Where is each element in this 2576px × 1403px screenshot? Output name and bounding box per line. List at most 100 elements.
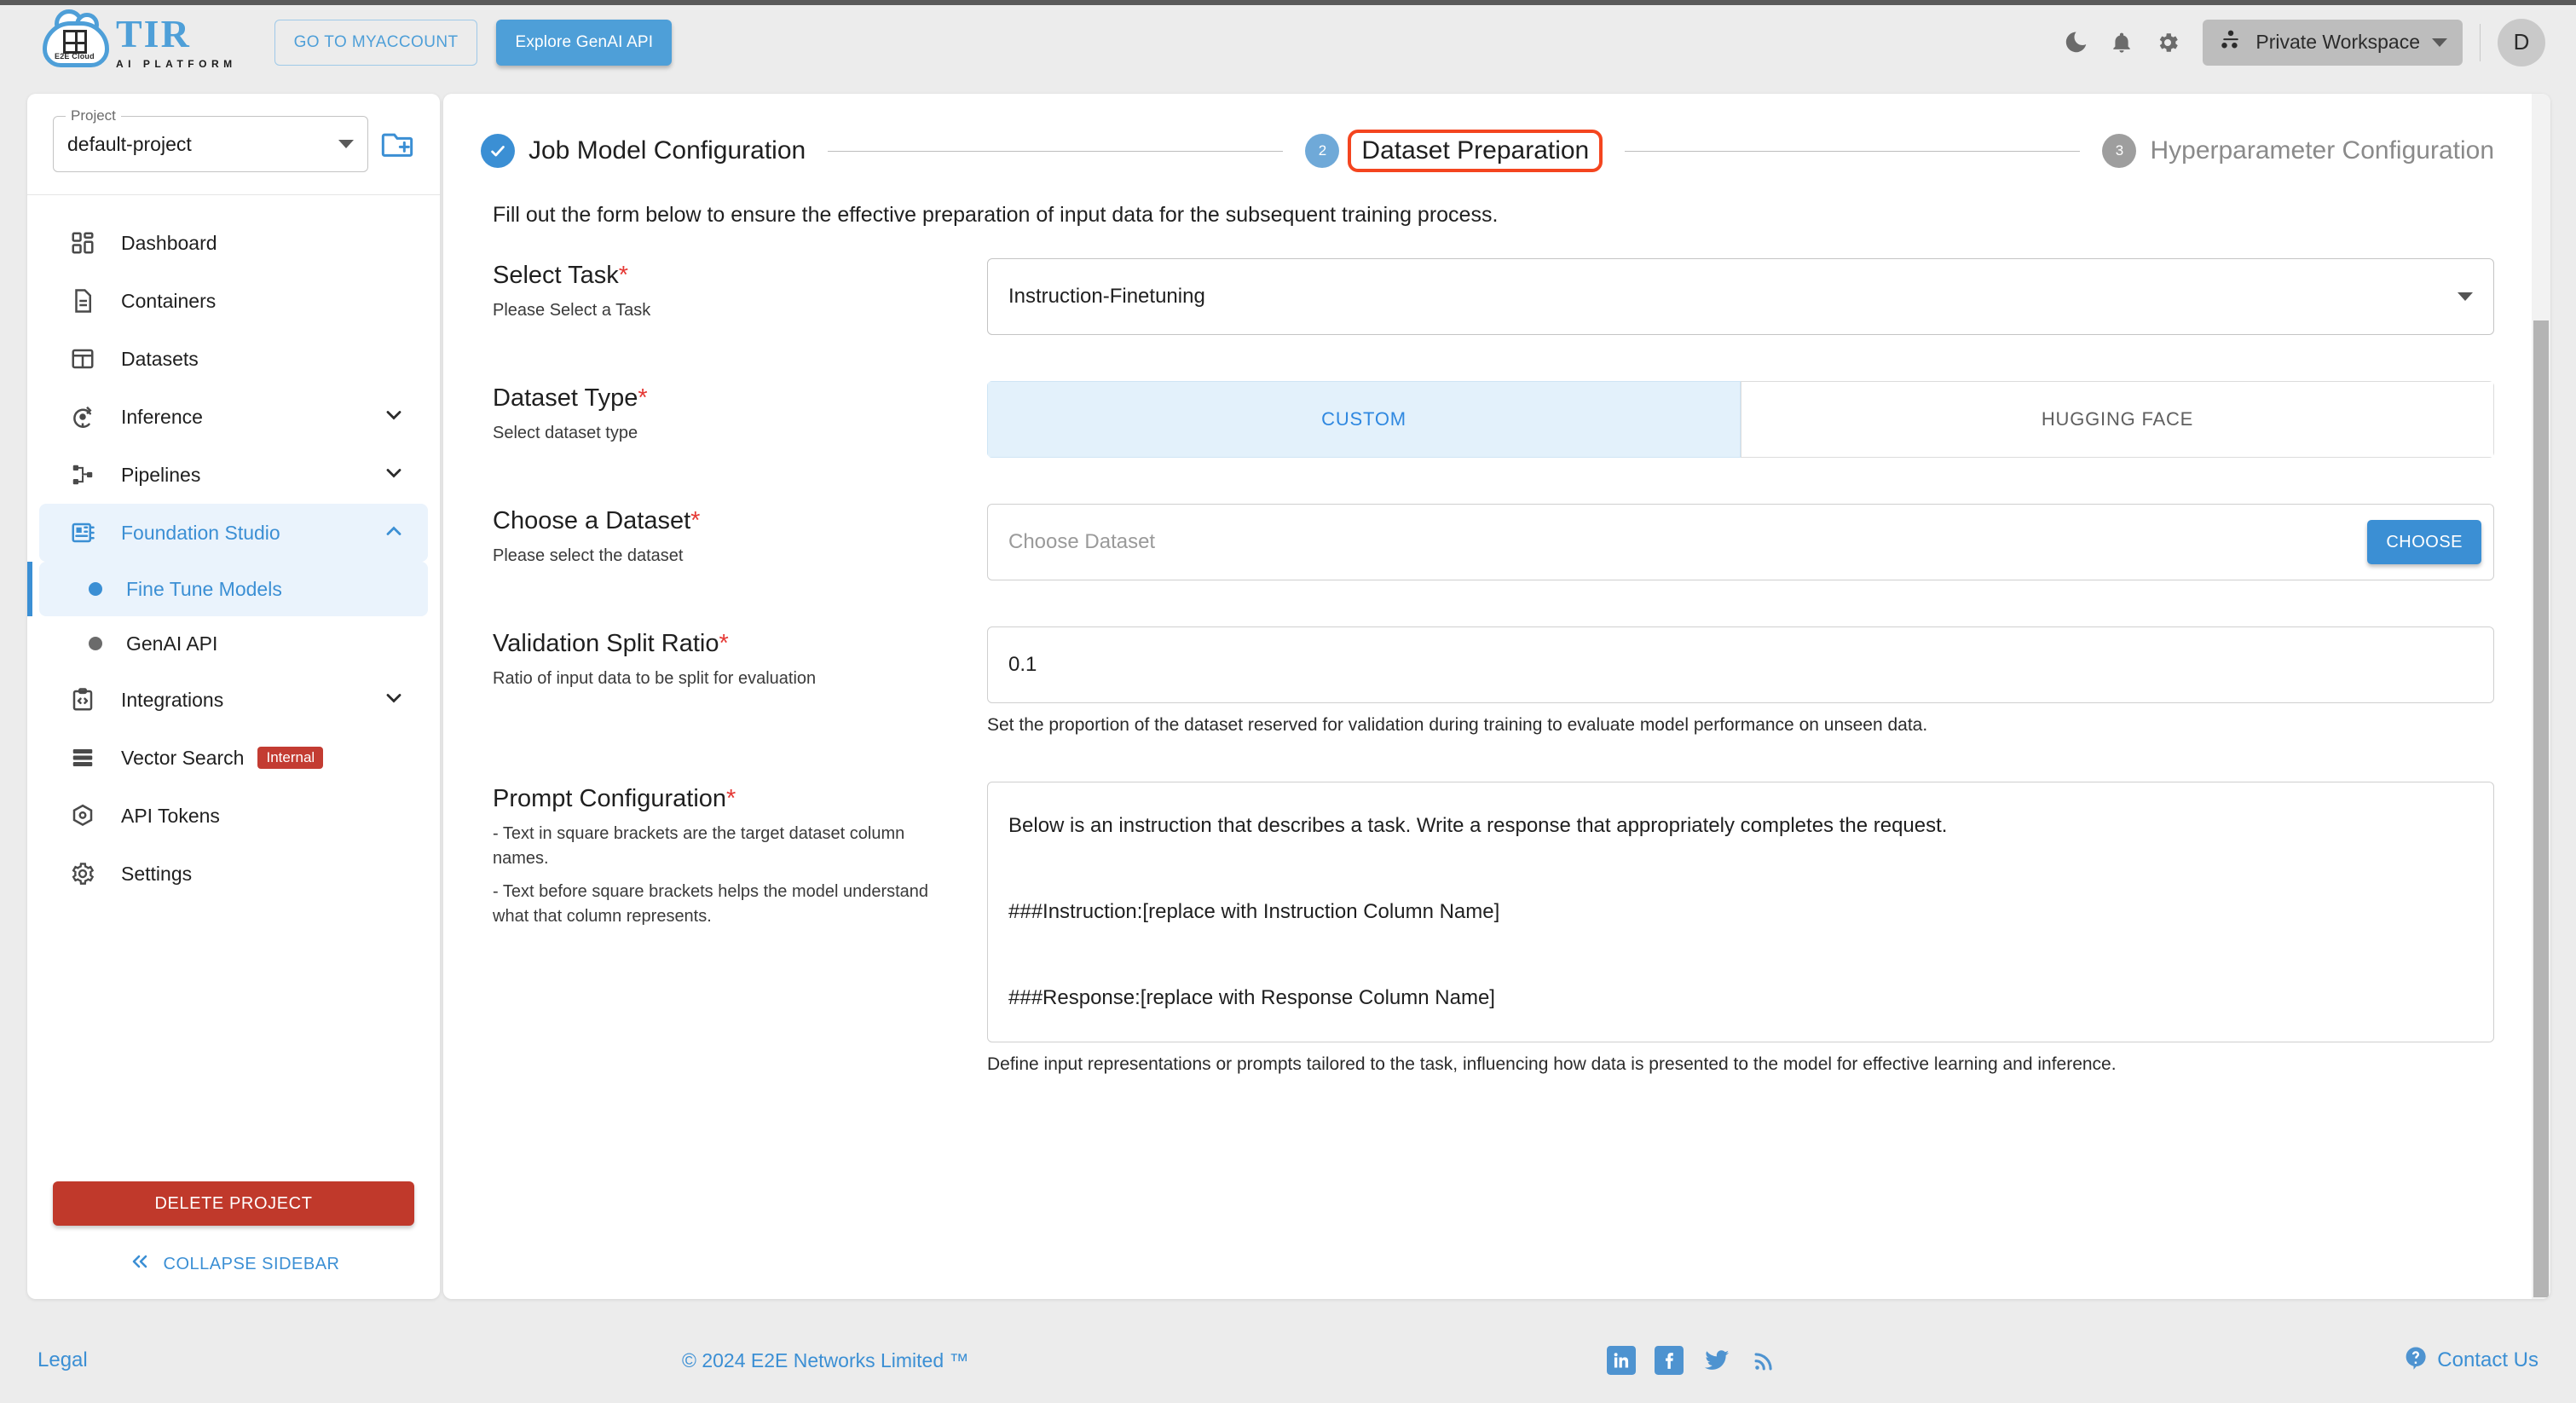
main-scrollbar-thumb[interactable] [2533,320,2549,1297]
field-subtitle: Ratio of input data to be split for eval… [493,669,817,688]
document-icon [68,286,97,315]
folder-plus-icon[interactable] [380,130,414,159]
chevron-down-icon [382,461,406,489]
chevron-down-icon [338,140,354,148]
top-bar-divider [2480,23,2481,61]
sidebar-item-label: Inference [121,405,203,428]
field-subtitle-line1: - Text in square brackets are the target… [493,824,905,868]
sidebar-item-settings[interactable]: Settings [39,845,428,903]
chevron-down-icon [2432,38,2447,47]
question-circle-icon [2403,1345,2429,1377]
field-subtitle-line2: - Text before square brackets helps the … [493,882,929,926]
project-legend: Project [66,107,121,124]
collapse-sidebar-button[interactable]: COLLAPSE SIDEBAR [53,1251,414,1277]
main-panel: Job Model Configuration 2 Dataset Prepar… [443,94,2550,1299]
sidebar-item-integrations[interactable]: Integrations [39,671,428,729]
select-task-value: Instruction-Finetuning [1008,285,1205,308]
workspace-nodes-icon [2218,27,2244,58]
main-scrollbar-track[interactable] [2532,94,2550,1299]
studio-icon [68,518,97,547]
legal-link[interactable]: Legal [38,1348,88,1372]
e2e-cloud-logo-icon: E2E Cloud [43,9,109,71]
explore-genai-api-button[interactable]: Explore GenAI API [496,19,673,66]
dataset-preparation-form: Select Task* Please Select a Task Instru… [443,228,2532,1075]
sidebar-item-vector-search[interactable]: Vector Search Internal [39,729,428,787]
sidebar-item-containers[interactable]: Containers [39,272,428,330]
facebook-icon[interactable] [1655,1346,1684,1375]
step-job-model-configuration[interactable]: Job Model Configuration [481,134,806,168]
sidebar-item-fine-tune-models[interactable]: Fine Tune Models [27,562,428,616]
gear-icon[interactable] [2145,20,2191,66]
twitter-icon[interactable] [1702,1346,1731,1375]
choose-button[interactable]: CHOOSE [2367,520,2481,564]
workspace-selector[interactable]: Private Workspace [2203,19,2463,66]
dataset-type-toggle: CUSTOM HUGGING FACE [987,381,2494,458]
page-footer: Legal © 2024 E2E Networks Limited ™ Cont… [0,1318,2576,1403]
sidebar-item-foundation-studio[interactable]: Foundation Studio [39,504,428,562]
cloud-label: E2E Cloud [55,51,95,61]
choose-dataset-field[interactable]: Choose Dataset CHOOSE [987,504,2494,580]
prompt-configuration-textarea[interactable]: Below is an instruction that describes a… [987,782,2494,1042]
required-marker: * [690,507,701,534]
sidebar-item-label: API Tokens [121,804,220,827]
code-clipboard-icon [68,685,97,714]
linkedin-icon[interactable] [1607,1346,1636,1375]
top-bar-actions: Private Workspace D [2053,18,2545,66]
prompt-configuration-helper: Define input representations or prompts … [987,1054,2117,1074]
sidebar-item-pipelines[interactable]: Pipelines [39,446,428,504]
sidebar-footer: DELETE PROJECT COLLAPSE SIDEBAR [27,1181,440,1299]
sidebar-item-label: Datasets [121,347,199,370]
step-label: Dataset Preparation [1348,130,1603,172]
rss-icon[interactable] [1750,1346,1779,1375]
validation-split-helper: Set the proportion of the dataset reserv… [987,715,1928,735]
required-marker: * [726,785,736,812]
field-title: Prompt Configuration* [493,785,736,812]
field-subtitle: Please Select a Task [493,301,651,320]
field-subtitle: Please select the dataset [493,546,684,565]
sidebar-item-inference[interactable]: Inference [39,388,428,446]
sidebar-item-datasets[interactable]: Datasets [39,330,428,388]
step-hyperparameter-configuration[interactable]: 3 Hyperparameter Configuration [2102,134,2494,168]
logo-subtitle: AI PLATFORM [116,58,237,70]
workspace-label: Private Workspace [2255,31,2420,53]
chevron-up-icon [382,519,406,547]
copyright-text: © 2024 E2E Networks Limited ™ [682,1348,969,1371]
sidebar-item-dashboard[interactable]: Dashboard [39,214,428,272]
main-scroll-area: Job Model Configuration 2 Dataset Prepar… [443,94,2532,1299]
moon-icon[interactable] [2053,20,2099,66]
form-row-choose-dataset: Choose a Dataset* Please select the data… [493,504,2494,580]
sidebar-subitem-label: Fine Tune Models [126,577,282,600]
step-number: 3 [2102,134,2137,168]
contact-us-label: Contact Us [2437,1348,2538,1371]
dataset-type-option-hugging-face[interactable]: HUGGING FACE [1741,381,2494,458]
form-row-prompt-configuration: Prompt Configuration* - Text in square b… [493,782,2494,1075]
delete-project-button[interactable]: DELETE PROJECT [53,1181,414,1226]
status-badge: Internal [257,747,324,769]
go-to-myaccount-button[interactable]: GO TO MYACCOUNT [274,19,478,66]
sidebar-item-api-tokens[interactable]: API Tokens [39,787,428,845]
select-task-dropdown[interactable]: Instruction-Finetuning [987,258,2494,335]
sidebar-item-genai-api[interactable]: GenAI API [39,616,428,671]
pipelines-icon [68,460,97,489]
bullet-icon [89,637,102,650]
required-marker: * [638,384,648,412]
sidebar-item-label: Pipelines [121,463,201,486]
step-connector [828,150,1284,152]
dataset-type-option-custom[interactable]: CUSTOM [987,381,1741,458]
validation-split-input[interactable]: 0.1 [987,626,2494,703]
project-section: Project default-project [27,94,440,195]
step-connector [1625,150,2081,152]
bell-icon[interactable] [2099,20,2145,66]
intro-text: Fill out the form below to ensure the ef… [493,203,1499,227]
contact-us-link[interactable]: Contact Us [2403,1345,2538,1377]
sidebar-item-label: Containers [121,289,217,312]
avatar[interactable]: D [2498,18,2545,66]
server-stack-icon [68,743,97,772]
project-selector[interactable]: Project default-project [53,107,368,172]
sidebar-item-label: Vector Search [121,746,245,769]
step-dataset-preparation[interactable]: 2 Dataset Preparation [1305,130,1603,172]
required-marker: * [618,262,629,289]
field-title: Choose a Dataset* [493,507,701,534]
app-logo[interactable]: E2E Cloud TIR AI PLATFORM [43,9,237,71]
gear-icon [68,859,97,888]
